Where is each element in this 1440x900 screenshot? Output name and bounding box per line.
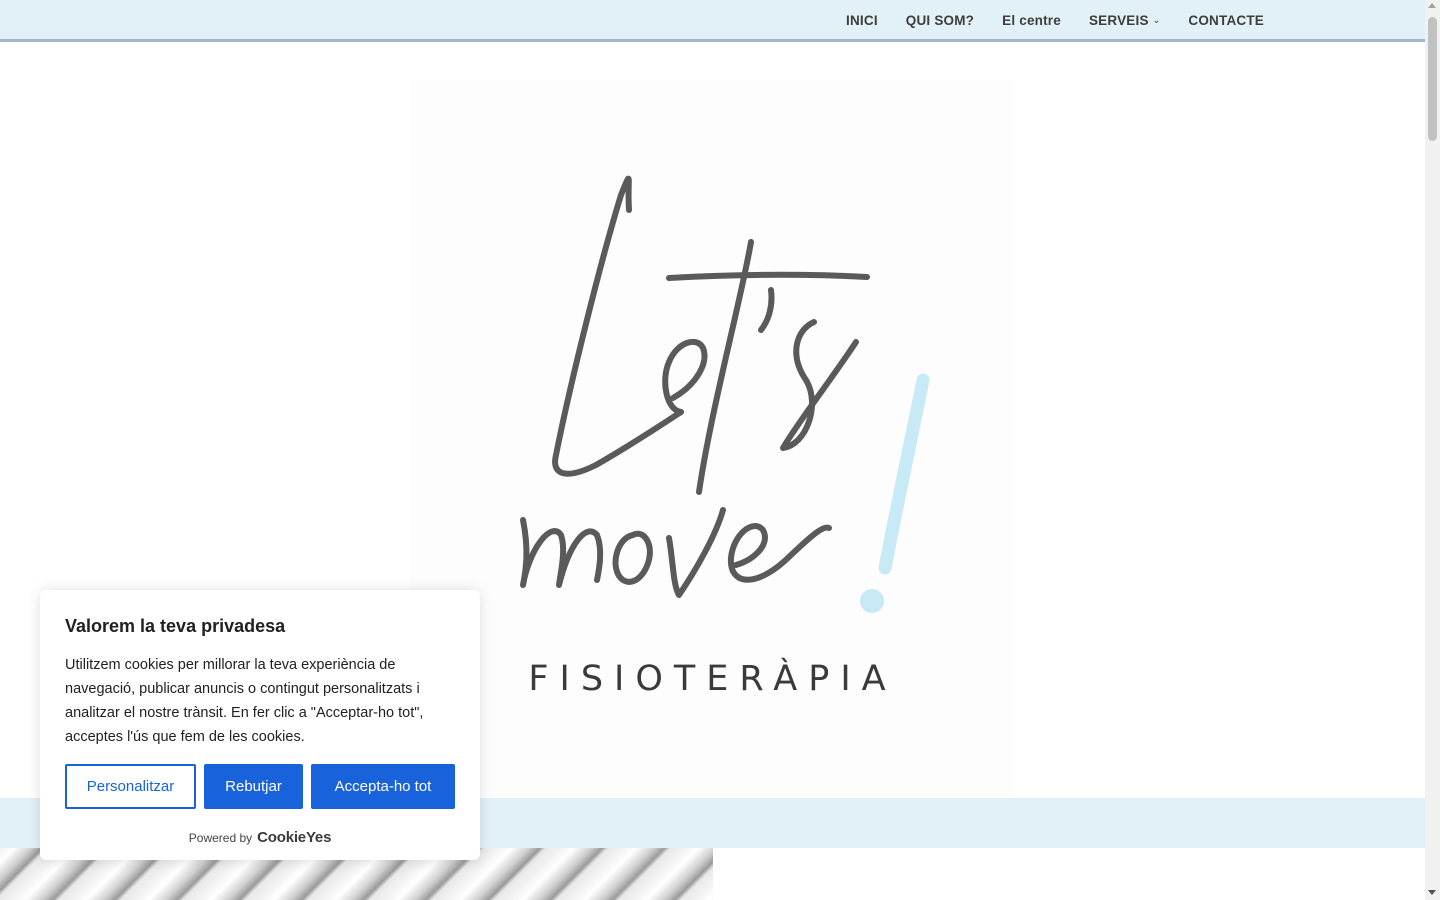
top-navigation-bar: INICI QUI SOM? El centre SERVEIS ⌄ CONTAC… (0, 0, 1425, 42)
cookieyes-link[interactable]: CookieYes (257, 829, 331, 846)
nav-label: CONTACTE (1188, 12, 1264, 28)
chevron-down-icon: ⌄ (1152, 14, 1161, 25)
lets-move-logo-icon (520, 175, 930, 613)
customize-button[interactable]: Personalitzar (65, 764, 196, 809)
logo-wordmark: FISIOTERÀPIA (528, 659, 897, 699)
nav-label: El centre (1002, 12, 1061, 28)
nav-item-qui-som[interactable]: QUI SOM? (892, 13, 988, 28)
nav-label: QUI SOM? (905, 12, 975, 28)
logo: FISIOTERÀPIA (411, 80, 1014, 798)
powered-by: Powered by CookieYes (40, 829, 480, 846)
reject-button[interactable]: Rebutjar (204, 764, 303, 809)
scroll-down-arrow-icon[interactable] (1428, 890, 1436, 895)
scroll-up-arrow-icon[interactable] (1428, 3, 1436, 8)
nav-label: SERVEIS (1088, 12, 1149, 28)
page: INICI QUI SOM? El centre SERVEIS ⌄ CONTAC… (0, 0, 1440, 900)
cookie-consent-banner: Valorem la teva privadesa Utilitzem cook… (40, 590, 480, 860)
vertical-scrollbar[interactable] (1425, 0, 1440, 900)
cookie-description: Utilitzem cookies per millorar la teva e… (65, 657, 424, 745)
nav-item-contacte[interactable]: CONTACTE (1174, 13, 1278, 28)
scrollbar-thumb[interactable] (1428, 17, 1437, 141)
nav-label: INICI (846, 12, 878, 28)
main-nav: INICI QUI SOM? El centre SERVEIS ⌄ CONTAC… (832, 0, 1278, 40)
accept-all-button[interactable]: Accepta-ho tot (311, 764, 455, 809)
cookie-button-row: Personalitzar Rebutjar Accepta-ho tot (65, 764, 455, 809)
nav-item-serveis[interactable]: SERVEIS ⌄ (1075, 13, 1174, 28)
nav-item-el-centre[interactable]: El centre (988, 13, 1075, 28)
powered-by-label: Powered by (188, 830, 253, 845)
cookie-title: Valorem la teva privadesa (65, 616, 286, 636)
nav-item-inici[interactable]: INICI (832, 13, 892, 28)
